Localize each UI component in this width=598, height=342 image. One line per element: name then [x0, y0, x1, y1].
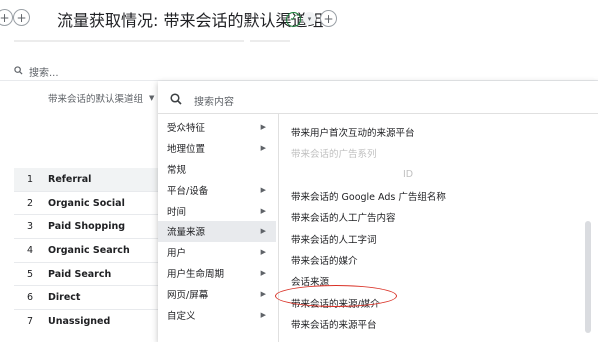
divider [158, 113, 598, 114]
row-channel: Organic Social [48, 197, 125, 209]
status-check-icon: ✓ [286, 12, 301, 27]
row-channel: Paid Shopping [48, 221, 126, 233]
title-dropdown-button[interactable]: ▾ [303, 12, 316, 25]
category-label: 自定义 [167, 310, 196, 322]
row-index: 2 [27, 197, 34, 209]
chevron-right-icon: ▶ [260, 248, 266, 257]
category-list: 受众特征 ▶ 地理位置 ▶ 常规 平台/设备 ▶ 时间 ▶ 流量来源 ▶ 用户 ▶ 用户生命… [158, 117, 276, 325]
category-item[interactable]: 时间 ▶ [158, 200, 276, 221]
dimension-option[interactable]: 带来会话的广告系列 [291, 142, 581, 163]
plus-icon: + [16, 10, 27, 25]
table-row[interactable]: 1 Referral [14, 168, 160, 191]
table-row[interactable]: 3 Paid Shopping [14, 214, 160, 238]
header-bar: + + 流量获取情况: 带来会话的默认渠道组 ✓ ▾ + [0, 0, 598, 36]
row-channel: Unassigned [48, 315, 111, 327]
category-item[interactable]: 网页/屏幕 ▶ [158, 283, 276, 304]
row-index: 3 [27, 221, 34, 233]
chevron-right-icon: ▶ [260, 123, 266, 132]
chevron-right-icon: ▶ [260, 289, 266, 298]
search-icon [170, 93, 182, 108]
table-row[interactable]: 5 Paid Search [14, 261, 160, 286]
scrollbar-thumb[interactable] [585, 221, 591, 333]
dropdown-search[interactable]: 搜索内容 [170, 93, 234, 108]
add-filter-button[interactable]: + [320, 10, 337, 27]
plus-icon: + [323, 11, 334, 26]
dimension-option[interactable]: 带来会话的媒介 [291, 249, 581, 270]
category-item-selected[interactable]: 流量来源 ▶ [158, 220, 276, 242]
table-row[interactable]: 2 Organic Social [14, 190, 160, 215]
category-label: 网页/屏幕 [167, 289, 209, 301]
category-label: 时间 [167, 206, 187, 218]
category-item[interactable]: 常规 [158, 159, 276, 180]
category-label: 地理位置 [167, 144, 206, 156]
category-label: 用户生命周期 [167, 268, 225, 280]
dimension-option[interactable]: 带来会话的人工字词 [291, 228, 581, 249]
row-channel: Organic Search [48, 244, 130, 256]
dimension-option[interactable]: 带来会话的 Google Ads 广告组名称 [291, 185, 581, 206]
chevron-right-icon: ▶ [260, 185, 266, 194]
row-channel: Paid Search [48, 268, 112, 280]
category-item[interactable]: 用户生命周期 ▶ [158, 263, 276, 284]
caret-down-icon: ▼ [149, 94, 155, 102]
chevron-right-icon: ▶ [260, 268, 266, 277]
category-label: 平台/设备 [167, 185, 209, 197]
category-item[interactable]: 用户 ▶ [158, 242, 276, 263]
row-index: 7 [27, 315, 34, 327]
category-item[interactable]: 自定义 ▶ [158, 304, 276, 325]
highlight-annotation-ellipse [275, 285, 397, 307]
page-title: 流量获取情况: 带来会话的默认渠道组 [57, 11, 324, 30]
add-button[interactable]: + [13, 9, 30, 26]
dimension-option[interactable]: 带来会话的来源平台 [291, 314, 581, 335]
chevron-right-icon: ▶ [260, 227, 266, 236]
category-label: 受众特征 [167, 123, 206, 135]
dimension-dropdown-panel: 搜索内容 受众特征 ▶ 地理位置 ▶ 常规 平台/设备 ▶ 时间 ▶ 流量来源 ▶ 用户 ▶… [158, 81, 598, 342]
scrollbar[interactable] [585, 121, 591, 333]
dimension-option[interactable]: 带来用户首次互动的来源平台 [291, 121, 581, 142]
row-index: 4 [27, 244, 34, 256]
chevron-right-icon: ▶ [260, 206, 266, 215]
row-index: 1 [27, 173, 34, 185]
faint-subtitle-placeholder [14, 40, 244, 42]
column-divider [278, 113, 279, 342]
table-search[interactable]: 搜索... [14, 64, 59, 79]
dropdown-search-input[interactable]: 搜索内容 [194, 93, 234, 108]
row-channel: Referral [48, 173, 92, 185]
dimension-selector[interactable]: 带来会话的默认渠道组 ▼ [48, 91, 154, 105]
row-index: 5 [27, 268, 34, 280]
category-item[interactable]: 平台/设备 ▶ [158, 179, 276, 200]
dimension-selector-label: 带来会话的默认渠道组 [48, 94, 144, 105]
category-label: 流量来源 [167, 227, 206, 239]
category-item[interactable]: 受众特征 ▶ [158, 117, 276, 138]
row-index: 6 [27, 292, 34, 304]
table-search-input[interactable]: 搜索... [29, 64, 59, 79]
chevron-right-icon: ▶ [260, 144, 266, 153]
plus-icon: + [0, 10, 10, 25]
search-icon [14, 65, 23, 78]
row-channel: Direct [48, 292, 81, 304]
faint-subtitle-placeholder [250, 40, 290, 42]
dimension-option[interactable]: ID [291, 164, 581, 185]
chevron-right-icon: ▶ [260, 310, 266, 319]
dimension-option[interactable]: 带来会话的人工广告内容 [291, 207, 581, 228]
category-item[interactable]: 地理位置 ▶ [158, 138, 276, 159]
data-table: 1 Referral 2 Organic Social 3 Paid Shopping… [14, 168, 160, 333]
table-row[interactable]: 7 Unassigned [14, 309, 160, 333]
category-label: 常规 [167, 164, 187, 176]
table-row[interactable]: 4 Organic Search [14, 238, 160, 262]
category-label: 用户 [167, 248, 187, 260]
add-comparison-button[interactable]: + [0, 9, 13, 26]
table-row[interactable]: 6 Direct [14, 285, 160, 309]
